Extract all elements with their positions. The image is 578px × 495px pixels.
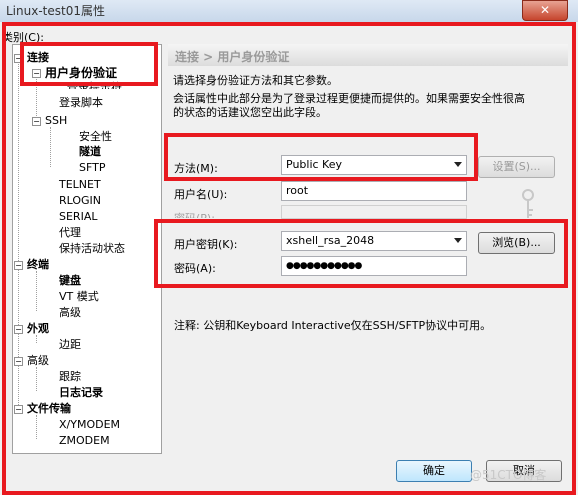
collapse-icon[interactable]: − bbox=[14, 54, 23, 63]
tree-item-logging[interactable]: 日志记录 bbox=[59, 386, 103, 400]
note-text: 注释: 公钥和Keyboard Interactive仅在SSH/SFTP协议中… bbox=[174, 319, 492, 332]
collapse-icon[interactable]: − bbox=[14, 357, 23, 366]
description-line-3: 的状态的话建议您空出此字段。 bbox=[173, 106, 327, 119]
tree-item-appearance[interactable]: 外观 bbox=[27, 322, 49, 336]
collapse-icon[interactable]: − bbox=[14, 325, 23, 334]
tree-item-margin[interactable]: 边距 bbox=[59, 338, 81, 352]
description-line-1: 请选择身份验证方法和其它参数。 bbox=[173, 74, 338, 87]
tree-line bbox=[50, 127, 51, 167]
breadcrumb: 连接 > 用户身份验证 bbox=[175, 50, 290, 64]
tree-item-tunnel[interactable]: 隧道 bbox=[79, 145, 101, 159]
chevron-down-icon bbox=[454, 238, 462, 243]
tree-item-ssh[interactable]: SSH bbox=[45, 114, 67, 128]
collapse-icon[interactable]: − bbox=[14, 261, 23, 270]
tree-line bbox=[36, 367, 37, 391]
tree-item-file-transfer[interactable]: 文件传输 bbox=[27, 402, 71, 416]
password-label: 密码(P): bbox=[174, 210, 215, 218]
tree-item-zmodem[interactable]: ZMODEM bbox=[59, 434, 110, 448]
username-field[interactable]: root bbox=[281, 181, 467, 201]
collapse-icon[interactable]: − bbox=[14, 405, 23, 414]
tree-item-security[interactable]: 安全性 bbox=[79, 130, 112, 144]
tree-line bbox=[36, 415, 37, 439]
tree-item-advanced[interactable]: 高级 bbox=[27, 354, 49, 368]
tree-item-keyboard[interactable]: 键盘 bbox=[59, 274, 81, 288]
tree-item-login-prompts[interactable]: 登录提示符 bbox=[67, 81, 122, 89]
method-select[interactable]: Public Key bbox=[281, 155, 467, 175]
userkey-label: 用户密钥(K): bbox=[174, 238, 238, 251]
tree-item-sftp[interactable]: SFTP bbox=[79, 161, 105, 175]
tree-line bbox=[36, 335, 37, 343]
tree-item-terminal[interactable]: 终端 bbox=[27, 258, 49, 272]
close-button[interactable]: ✕ bbox=[522, 0, 568, 21]
window-title: Linux-test01属性 bbox=[6, 4, 105, 18]
chevron-down-icon bbox=[454, 162, 462, 167]
tree-item-proxy[interactable]: 代理 bbox=[59, 226, 81, 240]
browse-button[interactable]: 浏览(B)... bbox=[478, 232, 555, 254]
category-tree[interactable]: − 连接 − 用户身份验证 登录提示符 登录脚本 − SSH 安全性 隧道 SF… bbox=[12, 44, 162, 454]
tree-item-xymodem[interactable]: X/YMODEM bbox=[59, 418, 120, 432]
userkey-select[interactable]: xshell_rsa_2048 bbox=[281, 231, 467, 251]
username-label: 用户名(U): bbox=[174, 188, 228, 201]
tree-line bbox=[36, 75, 37, 122]
tree-line bbox=[36, 271, 37, 311]
tree-item-vt-mode[interactable]: VT 模式 bbox=[59, 290, 99, 304]
collapse-icon[interactable]: − bbox=[32, 69, 41, 78]
tree-item-terminal-advanced[interactable]: 高级 bbox=[59, 306, 81, 320]
collapse-icon[interactable]: − bbox=[32, 117, 41, 126]
tree-item-login-script[interactable]: 登录脚本 bbox=[59, 96, 103, 110]
passphrase-field[interactable]: ●●●●●●●●●●● bbox=[281, 256, 467, 276]
passphrase-label: 密码(A): bbox=[174, 262, 216, 275]
tree-item-keepalive[interactable]: 保持活动状态 bbox=[59, 242, 125, 256]
password-field[interactable] bbox=[281, 205, 467, 219]
ok-button[interactable]: 确定 bbox=[396, 460, 472, 482]
method-label: 方法(M): bbox=[174, 162, 218, 175]
tree-item-rlogin[interactable]: RLOGIN bbox=[59, 194, 101, 208]
tree-item-telnet[interactable]: TELNET bbox=[59, 178, 101, 192]
tree-item-connection[interactable]: 连接 bbox=[27, 51, 49, 65]
tree-item-serial[interactable]: SERIAL bbox=[59, 210, 97, 224]
method-value: Public Key bbox=[286, 158, 342, 171]
category-label: 类别(C): bbox=[2, 31, 44, 44]
userkey-value: xshell_rsa_2048 bbox=[286, 234, 375, 247]
settings-button[interactable]: 设置(S)... bbox=[478, 156, 555, 178]
tree-item-user-auth[interactable]: 用户身份验证 bbox=[45, 66, 117, 80]
watermark: @51CTO博客 bbox=[470, 468, 547, 482]
key-icon bbox=[522, 189, 534, 218]
tree-item-trace[interactable]: 跟踪 bbox=[59, 370, 81, 384]
